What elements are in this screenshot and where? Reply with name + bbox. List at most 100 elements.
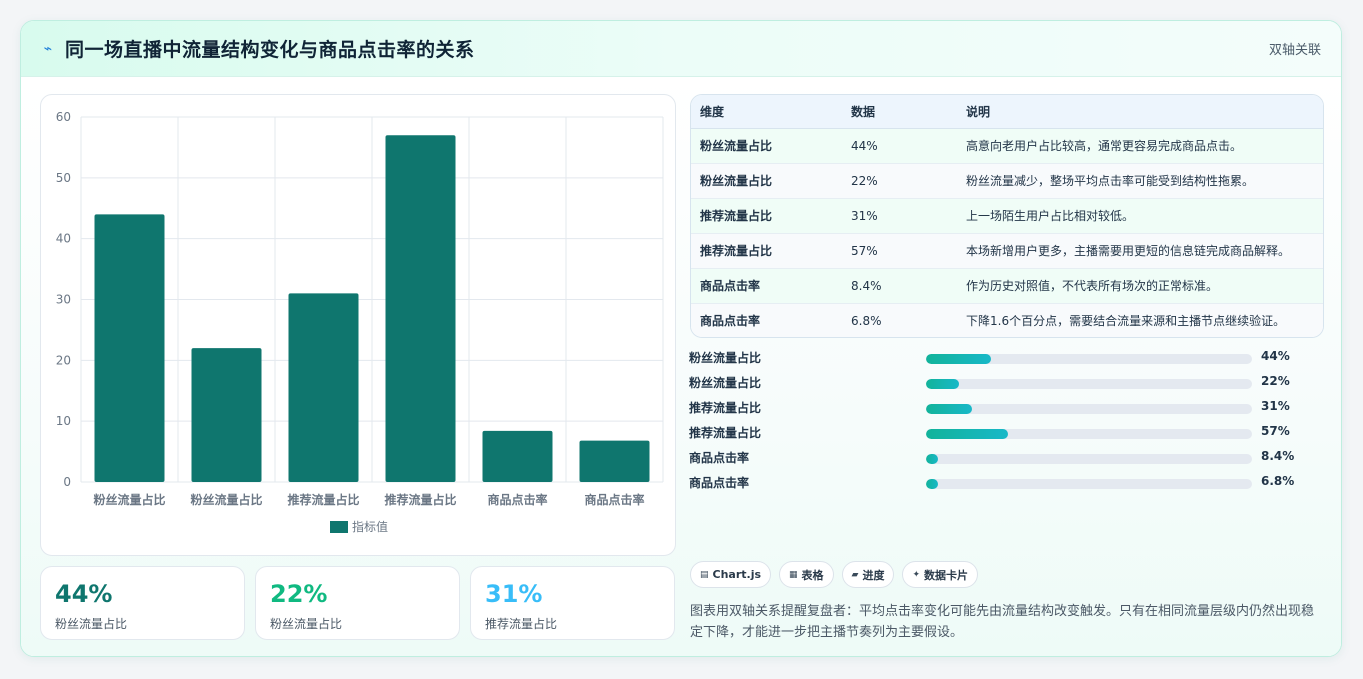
progress-track <box>926 404 1252 414</box>
cell-value: 57% <box>842 233 957 269</box>
progress-value: 31% <box>1261 399 1290 413</box>
bar-chart-panel: 0 10 20 30 40 50 60 粉丝流量占比 粉丝流量占比 推荐流量占比 推荐流量占比 商品点… <box>40 94 676 556</box>
progress-row: 推荐流量占比 57% <box>689 421 1329 446</box>
progress-track <box>926 479 1252 489</box>
x-tick-label: 粉丝流量占比 <box>93 492 165 507</box>
progress-label: 商品点击率 <box>689 451 750 465</box>
pill-table[interactable]: ▦ 表格 <box>779 561 834 588</box>
x-tick-label: 商品点击率 <box>487 492 547 507</box>
summary-note: 图表用双轴关系提醒复盘者：平均点击率变化可能先由流量结构改变触发。只有在相同流量… <box>690 604 1315 640</box>
bar-chart: 0 10 20 30 40 50 60 粉丝流量占比 粉丝流量占比 推荐流量占比 推荐流量占比 商品点… <box>56 110 664 534</box>
bar <box>191 348 262 482</box>
bar <box>579 440 650 482</box>
progress-value: 57% <box>1261 424 1290 438</box>
stat-value: 31% <box>485 580 543 608</box>
cell-note: 高意向老用户占比较高，通常更容易完成商品点击。 <box>957 128 1323 164</box>
x-tick-label: 推荐流量占比 <box>384 492 456 507</box>
y-tick-label: 20 <box>56 353 71 367</box>
cell-dimension: 商品点击率 <box>700 314 761 329</box>
cell-note: 上一场陌生用户占比相对较低。 <box>957 198 1323 234</box>
cell-value: 6.8% <box>851 313 882 328</box>
progress-fill <box>926 454 939 464</box>
bar <box>385 135 456 482</box>
y-tick-label: 40 <box>56 232 71 246</box>
progress-icon: ▰ <box>851 569 859 580</box>
cell-value: 31% <box>842 198 957 234</box>
header-tag: 双轴关联 <box>1268 43 1321 58</box>
pill-label: 进度 <box>862 568 885 582</box>
progress-fill <box>926 379 959 389</box>
progress-track <box>926 354 1252 364</box>
pill-data-card[interactable]: ✦ 数据卡片 <box>902 561 979 588</box>
y-tick-label: 0 <box>63 475 71 489</box>
progress-fill <box>926 429 1008 439</box>
x-tick-label: 粉丝流量占比 <box>190 492 262 507</box>
cell-value: 22% <box>842 163 957 199</box>
table-row: 粉丝流量占比 22% 粉丝流量减少，整场平均点击率可能受到结构性拖累。 <box>691 163 1323 199</box>
legend-swatch <box>330 521 348 533</box>
stat-card-3: 31% 推荐流量占比 <box>470 566 675 640</box>
chart-icon: ▤ <box>700 569 709 580</box>
title-wrap: ⌁ 同一场直播中流量结构变化与商品点击率的关系 <box>41 35 475 62</box>
progress-row: 商品点击率 8.4% <box>689 446 1329 471</box>
progress-label: 推荐流量占比 <box>689 401 762 415</box>
bar <box>482 430 553 482</box>
x-tick-label: 商品点击率 <box>584 492 644 507</box>
column-header: 维度 <box>691 95 842 129</box>
table-icon: ▦ <box>789 569 798 580</box>
y-tick-label: 30 <box>56 293 71 307</box>
y-tick-label: 60 <box>56 110 71 124</box>
progress-row: 推荐流量占比 31% <box>689 396 1329 421</box>
table-row: 粉丝流量占比 44% 高意向老用户占比较高，通常更容易完成商品点击。 <box>691 128 1323 164</box>
cell-note: 下降1.6个百分点，需要结合流量来源和主播节点继续验证。 <box>966 314 1286 329</box>
pill-progress[interactable]: ▰ 进度 <box>841 561 895 588</box>
y-tick-label: 50 <box>56 171 71 185</box>
table-header-row: 维度 数据 说明 <box>691 95 1323 129</box>
table-row: 推荐流量占比 31% 上一场陌生用户占比相对较低。 <box>691 198 1323 234</box>
pill-label: 表格 <box>801 568 824 582</box>
column-header: 说明 <box>957 95 1323 129</box>
table-row: 推荐流量占比 57% 本场新增用户更多，主播需要用更短的信息链完成商品解释。 <box>691 233 1323 269</box>
legend-label: 指标值 <box>352 519 388 534</box>
stat-label: 粉丝流量占比 <box>270 617 343 631</box>
table-row: 商品点击率 6.8% 下降1.6个百分点，需要结合流量来源和主播节点继续验证。 <box>691 303 1323 337</box>
pill-chartjs[interactable]: ▤ Chart.js <box>690 561 772 588</box>
stat-value: 44% <box>55 580 113 608</box>
cell-dimension: 粉丝流量占比 <box>691 163 842 199</box>
cell-dimension: 商品点击率 <box>691 268 842 304</box>
main-card: ⌁ 同一场直播中流量结构变化与商品点击率的关系 双轴关联 0 10 20 30 40 50… <box>20 20 1342 657</box>
stat-value: 22% <box>270 580 328 608</box>
progress-label: 粉丝流量占比 <box>689 376 762 390</box>
trend-line-icon: ⌁ <box>43 40 53 57</box>
progress-fill <box>926 354 992 364</box>
progress-value: 22% <box>1261 374 1290 388</box>
pill-label: Chart.js <box>712 568 762 581</box>
card-header: ⌁ 同一场直播中流量结构变化与商品点击率的关系 双轴关联 <box>21 21 1341 77</box>
table: 维度 数据 说明 粉丝流量占比 44% 高意向老用户占比较高，通常更容易完成商品… <box>691 95 1323 337</box>
progress-fill <box>926 404 972 414</box>
progress-row: 粉丝流量占比 22% <box>689 371 1329 396</box>
table-row: 商品点击率 8.4% 作为历史对照值，不代表所有场次的正常标准。 <box>691 268 1323 304</box>
tag-pills: ▤ Chart.js ▦ 表格 ▰ 进度 ✦ 数据卡片 <box>690 561 979 588</box>
cell-note: 粉丝流量减少，整场平均点击率可能受到结构性拖累。 <box>957 163 1323 199</box>
cell-note: 作为历史对照值，不代表所有场次的正常标准。 <box>957 268 1323 304</box>
stat-card-1: 44% 粉丝流量占比 <box>40 566 245 640</box>
cell-value: 8.4% <box>842 268 957 304</box>
cell-dimension: 推荐流量占比 <box>691 233 842 269</box>
progress-list: 粉丝流量占比 44% 粉丝流量占比 22% 推荐流量占比 31% 推荐流量占比 … <box>689 346 1329 496</box>
progress-track <box>926 429 1252 439</box>
column-header: 数据 <box>842 95 957 129</box>
content-area: 0 10 20 30 40 50 60 粉丝流量占比 粉丝流量占比 推荐流量占比 推荐流量占比 商品点… <box>21 78 1341 656</box>
progress-label: 推荐流量占比 <box>689 426 762 440</box>
progress-label: 粉丝流量占比 <box>689 351 762 365</box>
bar <box>94 214 165 482</box>
progress-track <box>926 454 1252 464</box>
y-tick-label: 10 <box>56 414 71 428</box>
sparkle-icon: ✦ <box>912 569 921 580</box>
progress-row: 商品点击率 6.8% <box>689 471 1329 496</box>
progress-label: 商品点击率 <box>689 476 750 490</box>
progress-fill <box>926 479 939 489</box>
data-table: 维度 数据 说明 粉丝流量占比 44% 高意向老用户占比较高，通常更容易完成商品… <box>690 94 1324 338</box>
progress-row: 粉丝流量占比 44% <box>689 346 1329 371</box>
progress-track <box>926 379 1252 389</box>
